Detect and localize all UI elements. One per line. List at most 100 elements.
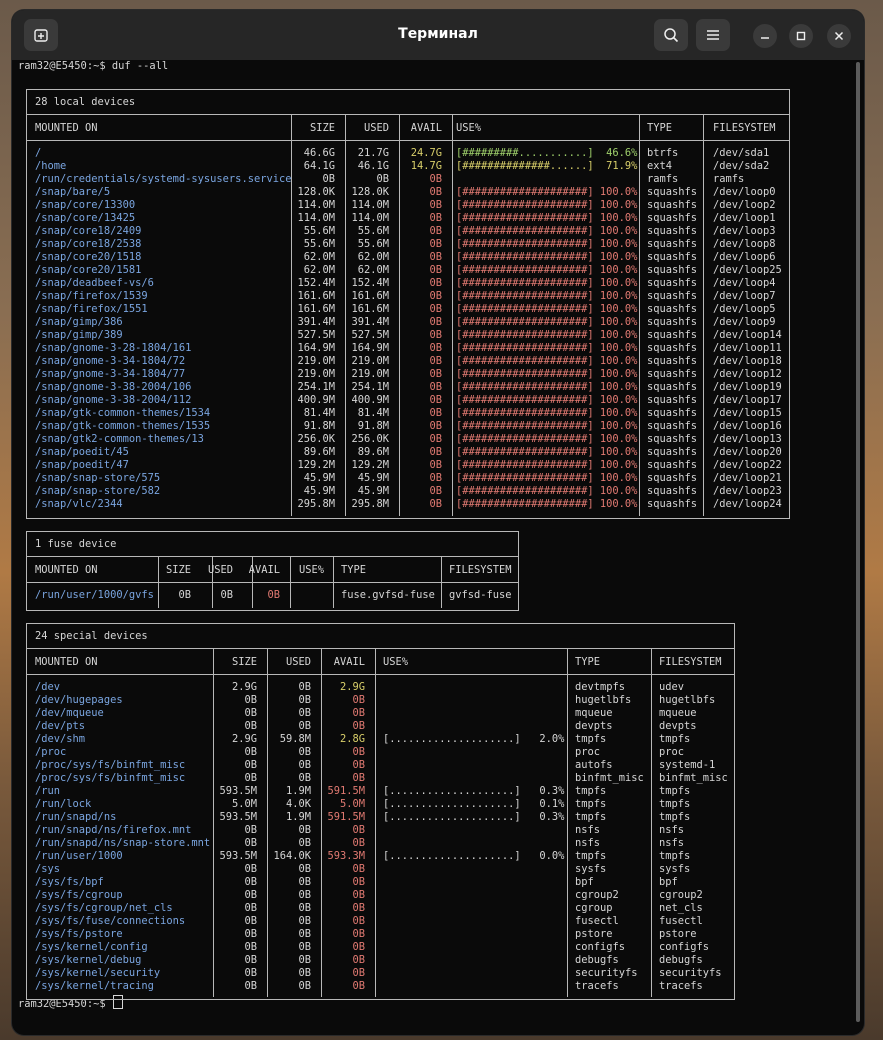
column-separator	[267, 648, 268, 997]
avail-value: 0B	[429, 485, 442, 497]
mount-point: /snap/core/13300	[35, 199, 136, 211]
filesystem: /dev/loop6	[713, 251, 776, 263]
caption-separator	[27, 648, 734, 649]
avail-value: 0B	[429, 472, 442, 484]
filesystem: /dev/loop16	[713, 420, 782, 432]
size-value: 400.9M	[297, 394, 335, 406]
column-separator	[345, 114, 346, 516]
fs-type: mqueue	[575, 707, 613, 719]
size-value: 0B	[244, 941, 257, 953]
terminal-window: Терминал ram32@E5450:~$ duf --all ram32@…	[12, 10, 864, 1035]
size-value: 161.6M	[297, 290, 335, 302]
terminal-output[interactable]: ram32@E5450:~$ duf --all ram32@E5450:~$ …	[18, 60, 850, 1030]
used-value: 0B	[298, 941, 311, 953]
size-value: 128.0K	[297, 186, 335, 198]
fs-type: squashfs	[647, 485, 698, 497]
maximize-button[interactable]	[789, 24, 813, 48]
fs-type: squashfs	[647, 316, 698, 328]
size-value: 0B	[244, 863, 257, 875]
avail-value: 591.5M	[327, 785, 365, 797]
filesystem: cgroup2	[659, 889, 703, 901]
avail-value: 0B	[352, 720, 365, 732]
usage-bar: [####################] 100.0%	[456, 212, 638, 224]
avail-value: 0B	[429, 186, 442, 198]
usage-bar: [....................] 2.0%	[383, 733, 565, 745]
filesystem: /dev/loop4	[713, 277, 776, 289]
fs-type: squashfs	[647, 407, 698, 419]
column-separator	[703, 114, 704, 516]
avail-value: 0B	[352, 967, 365, 979]
mount-point: /sys/fs/bpf	[35, 876, 104, 888]
mount-point: /snap/poedit/47	[35, 459, 129, 471]
used-value: 0B	[298, 681, 311, 693]
fs-type: tracefs	[575, 980, 619, 992]
mount-point: /snap/gtk-common-themes/1534	[35, 407, 211, 419]
used-value: 91.8M	[357, 420, 389, 432]
filesystem: ramfs	[713, 173, 745, 185]
avail-value: 0B	[429, 212, 442, 224]
menu-button[interactable]	[696, 19, 730, 51]
minimize-button[interactable]	[753, 24, 777, 48]
mount-point: /run/snapd/ns	[35, 811, 117, 823]
fs-type: cgroup2	[575, 889, 619, 901]
usage-bar: [####################] 100.0%	[456, 446, 638, 458]
size-value: 114.0M	[297, 212, 335, 224]
usage-bar: [####################] 100.0%	[456, 355, 638, 367]
avail-value: 0B	[352, 876, 365, 888]
fs-type: squashfs	[647, 342, 698, 354]
filesystem: tmpfs	[659, 850, 691, 862]
mount-point: /dev/shm	[35, 733, 86, 745]
used-value: 59.8M	[279, 733, 311, 745]
column-separator	[452, 114, 453, 516]
filesystem: securityfs	[659, 967, 722, 979]
mount-point: /snap/core20/1518	[35, 251, 142, 263]
used-value: 0B	[298, 746, 311, 758]
filesystem: binfmt_misc	[659, 772, 728, 784]
filesystem: net_cls	[659, 902, 703, 914]
used-value: 219.0M	[351, 368, 389, 380]
mount-point: /run/user/1000	[35, 850, 123, 862]
filesystem: /dev/loop7	[713, 290, 776, 302]
column-header: AVAIL	[410, 122, 442, 134]
filesystem: gvfsd-fuse	[449, 589, 512, 601]
mount-point: /dev	[35, 681, 61, 693]
column-separator	[158, 556, 159, 608]
scrollbar[interactable]	[856, 62, 860, 1022]
table-caption: 24 special devices	[35, 630, 148, 642]
size-value: 0B	[244, 915, 257, 927]
usage-bar: [####################] 100.0%	[456, 485, 638, 497]
fs-type: pstore	[575, 928, 613, 940]
used-value: 0B	[298, 980, 311, 992]
close-button[interactable]	[827, 24, 851, 48]
mount-point: /sys/fs/cgroup/net_cls	[35, 902, 173, 914]
fs-type: configfs	[575, 941, 626, 953]
avail-value: 0B	[429, 199, 442, 211]
size-value: 0B	[322, 173, 335, 185]
search-button[interactable]	[654, 19, 688, 51]
avail-value: 0B	[429, 238, 442, 250]
usage-bar: [####################] 100.0%	[456, 290, 638, 302]
fs-type: binfmt_misc	[575, 772, 644, 784]
mount-point: /sys/kernel/tracing	[35, 980, 154, 992]
used-value: 0B	[298, 954, 311, 966]
column-header: AVAIL	[333, 656, 365, 668]
filesystem: /dev/loop13	[713, 433, 782, 445]
avail-value: 14.7G	[410, 160, 442, 172]
fs-type: squashfs	[647, 394, 698, 406]
maximize-icon	[796, 31, 806, 41]
used-value: 0B	[298, 876, 311, 888]
size-value: 91.8M	[303, 420, 335, 432]
filesystem: nsfs	[659, 824, 685, 836]
mount-point: /snap/firefox/1551	[35, 303, 148, 315]
used-value: 46.1G	[357, 160, 389, 172]
column-separator	[375, 648, 376, 997]
usage-bar: [....................] 0.0%	[383, 850, 565, 862]
fs-type: fuse.gvfsd-fuse	[341, 589, 435, 601]
column-separator	[567, 648, 568, 997]
avail-value: 0B	[352, 980, 365, 992]
avail-value: 0B	[352, 759, 365, 771]
usage-bar: [####################] 100.0%	[456, 329, 638, 341]
filesystem: /dev/loop23	[713, 485, 782, 497]
size-value: 45.9M	[303, 472, 335, 484]
header-separator	[27, 674, 734, 675]
